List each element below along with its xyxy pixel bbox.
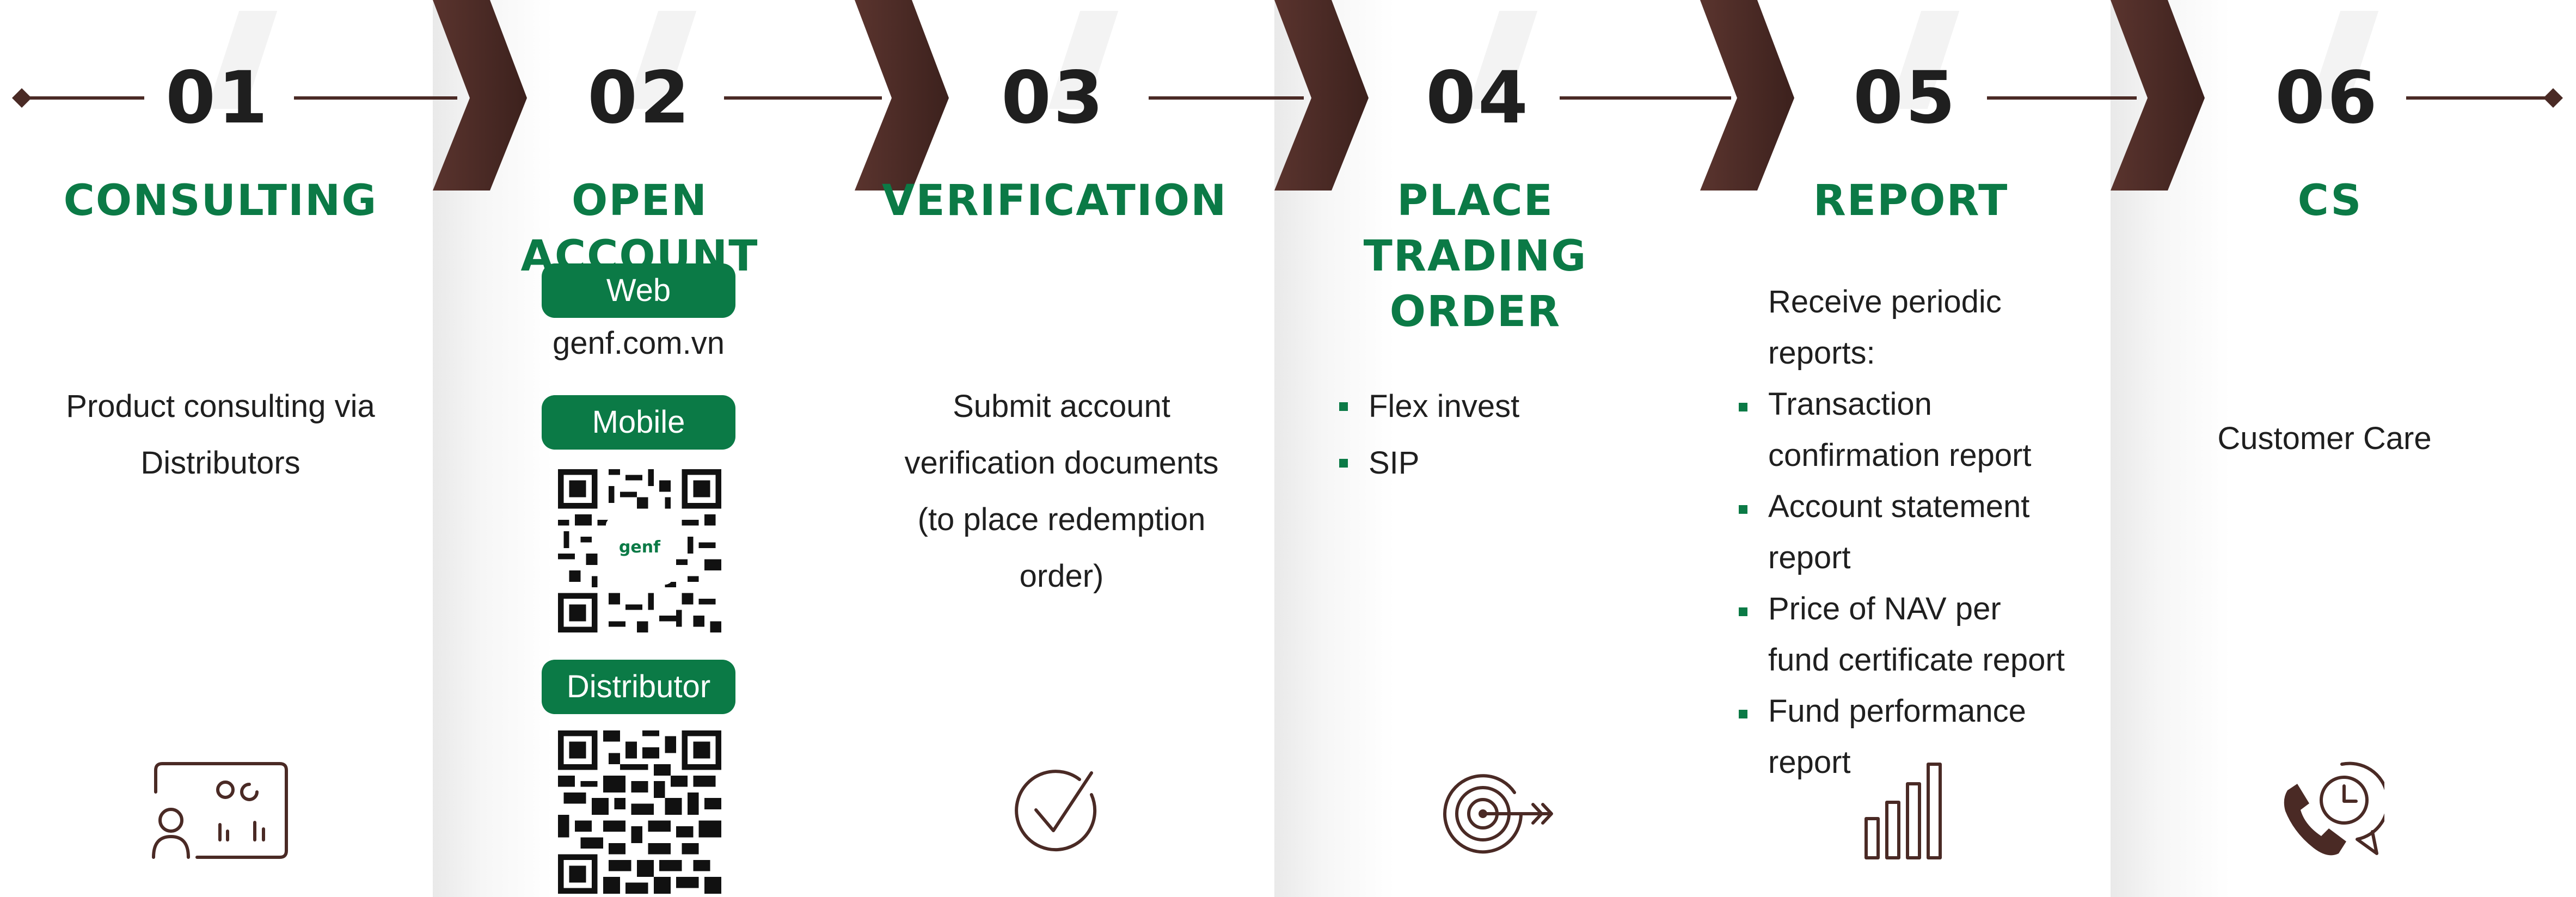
distributor-label: Distributor: [542, 660, 735, 714]
end-diamond: [2543, 88, 2563, 108]
bullet-transaction-confirmation: Transaction confirmation report: [1739, 379, 2071, 481]
bar-chart-icon: [1864, 763, 1942, 859]
web-url[interactable]: genf.com.vn: [514, 319, 763, 368]
step-title-line: CONSULTING: [63, 176, 378, 225]
step-title-3: VERIFICATION: [882, 173, 1228, 229]
step-title-line: TRADING ORDER: [1363, 232, 1587, 336]
step-4-bullets: Flex invest SIP: [1339, 378, 1666, 491]
web-label: Web: [542, 263, 735, 318]
step-number-6: 06: [2275, 56, 2379, 140]
step-title-1: CONSULTING: [60, 173, 381, 229]
step-5-bullets: Transaction confirmation report Account …: [1739, 379, 2071, 788]
start-diamond: [12, 88, 32, 108]
mobile-label: Mobile: [542, 395, 735, 450]
step-number-1: 01: [165, 56, 270, 140]
step-number-2: 02: [587, 56, 692, 140]
step-number-4: 04: [1426, 56, 1530, 140]
bullet-nav-price: Price of NAV per fund certificate report: [1739, 583, 2071, 686]
target-arrow-icon: [1443, 774, 1553, 854]
distributor-qr-code: [558, 730, 721, 894]
step-title-line: REPORT: [1813, 176, 2009, 225]
chevron-1: [433, 0, 527, 191]
bullet-flex-invest: Flex invest: [1339, 378, 1666, 435]
checkmark-icon: [1015, 770, 1097, 852]
bullet-sip: SIP: [1339, 435, 1666, 491]
qr-logo-text: genf: [618, 538, 661, 557]
step-5-intro: Receive periodic reports:: [1768, 284, 2002, 371]
step-number-5: 05: [1853, 56, 1958, 140]
step-1-description: Product consulting via Distributors: [66, 389, 375, 481]
step-title-4: PLACE TRADING ORDER: [1285, 173, 1666, 340]
step-title-line: VERIFICATION: [882, 176, 1228, 225]
step-title-line: CS: [2297, 176, 2363, 225]
chevron-5: [2111, 0, 2205, 191]
bullet-account-statement: Account statement report: [1739, 481, 2071, 583]
dashboard-user-icon: [152, 762, 288, 859]
chevron-3: [1274, 0, 1369, 191]
step-3-description: Submit account verification documents (t…: [904, 389, 1219, 594]
process-diagram: 01 02 03 04 05 06 CONSULTING OPEN ACCOUN…: [0, 0, 2576, 897]
step-title-5: REPORT: [1742, 173, 2080, 229]
step-6-description: Customer Care: [2217, 421, 2432, 456]
chevron-2: [855, 0, 949, 191]
phone-clock-icon: [2284, 761, 2384, 856]
step-title-line: PLACE: [1397, 176, 1554, 225]
chevron-4: [1700, 0, 1794, 191]
step-number-3: 03: [1001, 56, 1106, 140]
step-title-6: CS: [2237, 173, 2422, 229]
